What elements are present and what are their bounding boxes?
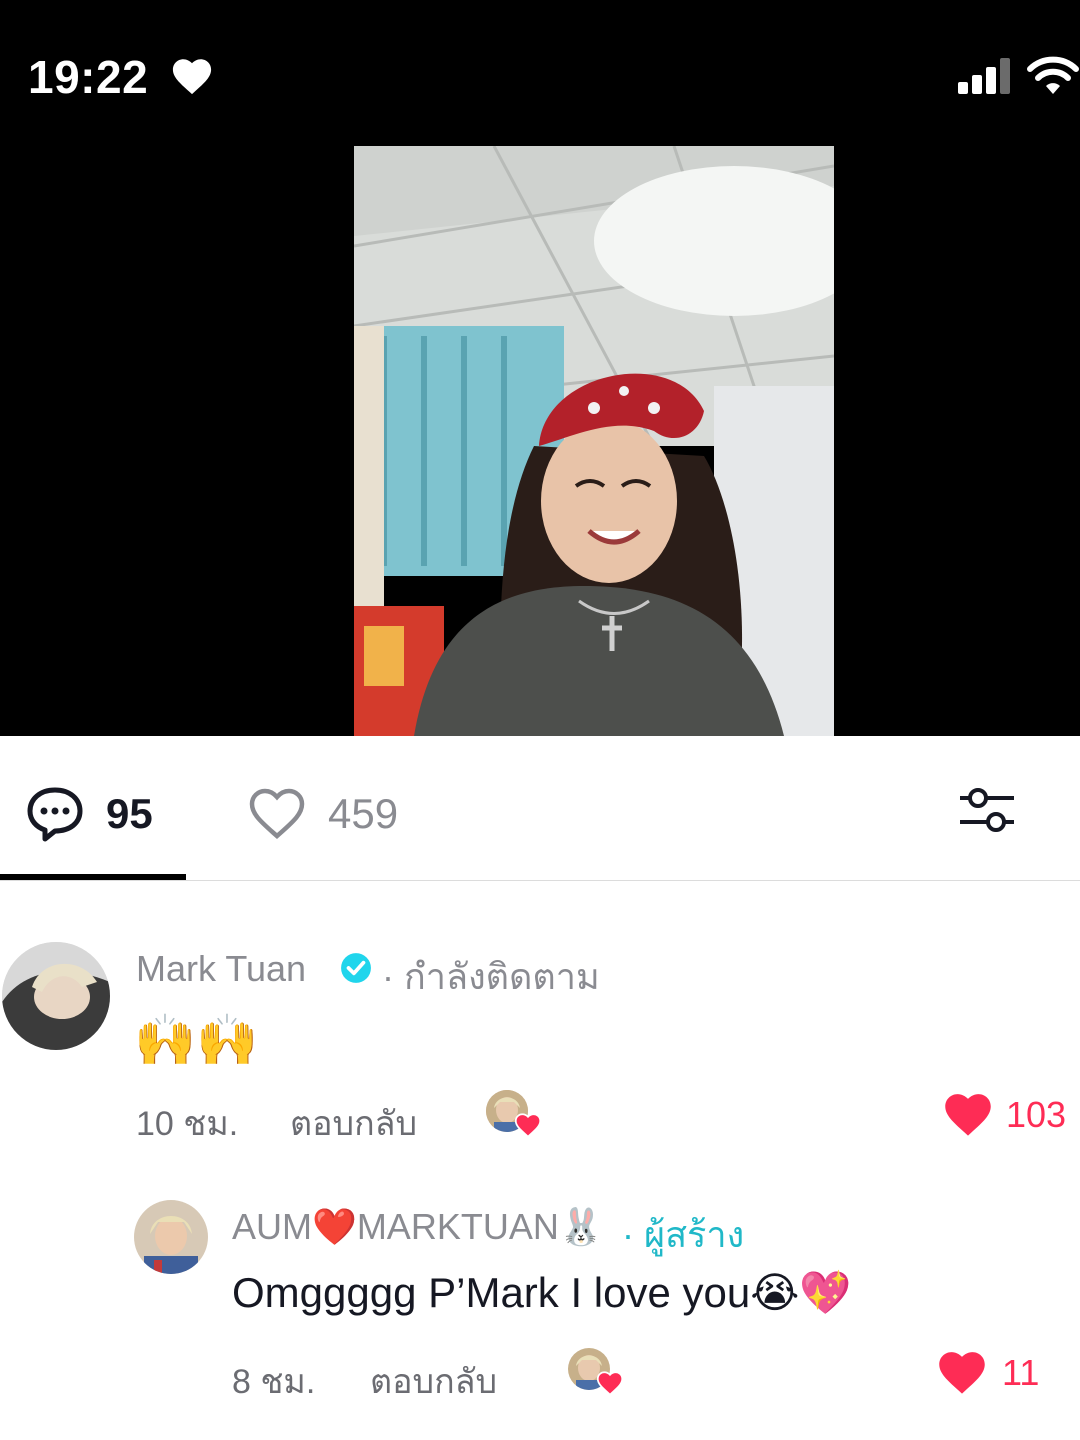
signal-icon (958, 58, 1010, 94)
heart-outline-icon[interactable] (248, 788, 306, 840)
creator-heart-icon (596, 1371, 624, 1396)
video-area[interactable]: 19:22 (0, 0, 1080, 736)
comment-bubble-icon[interactable] (26, 786, 84, 842)
comment-text: 🙌🙌 (134, 1012, 259, 1068)
following-label: · กำลังติดตาม (382, 956, 600, 997)
comment-tabs (0, 736, 1080, 882)
heart-icon (172, 59, 212, 95)
filter-sliders-icon[interactable] (958, 784, 1016, 836)
like-heart-icon[interactable] (936, 1348, 988, 1396)
wifi-icon (1027, 56, 1079, 94)
avatar-image (134, 1200, 208, 1274)
reply-button[interactable]: ตอบกลับ (290, 1096, 417, 1150)
comments-count[interactable]: 95 (106, 790, 153, 838)
comment-username[interactable]: AUM❤️MARKTUAN🐰 (232, 1206, 604, 1248)
creator-label: · ผู้สร้าง (622, 1214, 745, 1255)
comment-time: 8 ชม. (232, 1363, 316, 1401)
like-heart-icon[interactable] (942, 1090, 994, 1138)
avatar-image (2, 942, 110, 1050)
avatar[interactable] (134, 1200, 208, 1274)
verified-badge-icon (341, 953, 371, 983)
comment-time: 10 ชม. (136, 1105, 239, 1143)
avatar[interactable] (2, 942, 110, 1050)
creator-heart-icon (514, 1113, 542, 1138)
status-time: 19:22 (28, 51, 149, 103)
comment-text: Omggggg P’Mark I love you😭💖 (232, 1269, 852, 1316)
reply-button[interactable]: ตอบกลับ (370, 1354, 497, 1408)
comment-like-count: 11 (1002, 1352, 1040, 1393)
comment-like-count: 103 (1006, 1094, 1067, 1135)
video-frame[interactable] (354, 146, 834, 736)
divider (0, 880, 1080, 881)
likes-count[interactable]: 459 (328, 790, 398, 838)
comment-username[interactable]: Mark Tuan (136, 948, 306, 990)
